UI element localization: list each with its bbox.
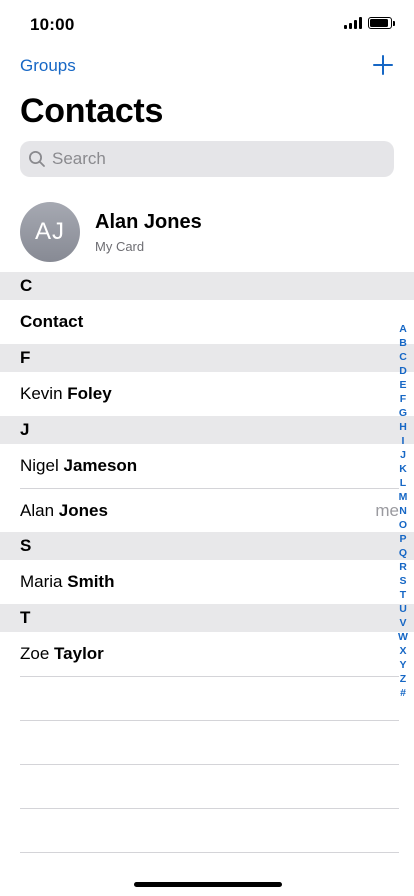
contact-last-name: Smith	[67, 572, 115, 591]
contact-last-name: Jameson	[63, 456, 138, 475]
empty-row	[20, 720, 399, 764]
search-icon	[29, 151, 45, 167]
empty-row	[20, 764, 399, 808]
contact-row[interactable]: Maria Smith	[20, 560, 399, 604]
index-letter[interactable]: A	[399, 322, 407, 336]
contact-first-name: Maria	[20, 572, 63, 591]
index-letter[interactable]: H	[399, 420, 407, 434]
contact-row[interactable]: Kevin Foley	[20, 372, 399, 416]
section-header: T	[0, 604, 414, 632]
contact-last-name: Foley	[67, 384, 112, 403]
index-letter[interactable]: O	[399, 518, 407, 532]
contact-row[interactable]: Nigel Jameson	[20, 444, 399, 488]
index-letter[interactable]: L	[400, 476, 406, 490]
alphabet-index[interactable]: A B C D E F G H I J K L M N O P Q R S T U V W X Y Z #	[396, 322, 410, 700]
index-letter[interactable]: D	[399, 364, 407, 378]
contact-list: C Contact F Kevin Foley J Nigel Jameson …	[0, 272, 414, 896]
empty-row	[20, 808, 399, 852]
index-letter[interactable]: Y	[399, 658, 406, 672]
index-letter[interactable]: #	[400, 686, 406, 700]
my-card[interactable]: AJ Alan Jones My Card	[20, 201, 394, 263]
contact-first-name: Kevin	[20, 384, 63, 403]
index-letter[interactable]: F	[400, 392, 406, 406]
contact-first-name: Alan	[20, 501, 55, 520]
index-letter[interactable]: R	[399, 560, 407, 574]
index-letter[interactable]: B	[399, 336, 407, 350]
index-letter[interactable]: S	[399, 574, 406, 588]
index-letter[interactable]: V	[399, 616, 406, 630]
index-letter[interactable]: M	[399, 490, 408, 504]
index-letter[interactable]: K	[399, 462, 407, 476]
index-letter[interactable]: N	[399, 504, 407, 518]
index-letter[interactable]: Q	[399, 546, 407, 560]
index-letter[interactable]: P	[399, 532, 406, 546]
groups-button[interactable]: Groups	[20, 56, 76, 76]
index-letter[interactable]: C	[399, 350, 407, 364]
index-letter[interactable]: G	[399, 406, 407, 420]
page-title: Contacts	[20, 92, 164, 130]
search-bar[interactable]	[20, 141, 394, 177]
home-indicator	[134, 882, 282, 887]
add-contact-button[interactable]	[372, 54, 394, 78]
my-card-name: Alan Jones	[95, 210, 202, 233]
contact-first-name: Nigel	[20, 456, 59, 475]
index-letter[interactable]: J	[400, 448, 406, 462]
index-letter[interactable]: Z	[400, 672, 406, 686]
index-letter[interactable]: I	[402, 434, 405, 448]
contact-row[interactable]: Contact	[20, 300, 399, 344]
empty-row	[20, 852, 399, 896]
status-time: 10:00	[30, 15, 75, 34]
section-header: F	[0, 344, 414, 372]
avatar: AJ	[20, 202, 80, 262]
index-letter[interactable]: X	[399, 644, 406, 658]
contact-row[interactable]: Zoe Taylor	[20, 632, 399, 676]
my-card-text: Alan Jones My Card	[95, 211, 202, 254]
index-letter[interactable]: W	[398, 630, 408, 644]
status-bar: 10:00	[0, 0, 414, 48]
empty-row	[20, 676, 399, 720]
status-icons	[344, 17, 395, 29]
contact-first-name: Zoe	[20, 644, 50, 663]
cellular-signal-icon	[344, 17, 362, 29]
contact-last-name: Taylor	[54, 644, 104, 663]
index-letter[interactable]: T	[400, 588, 406, 602]
section-header: J	[0, 416, 414, 444]
contact-last-name: Jones	[58, 501, 108, 520]
contact-row[interactable]: Alan Jones me	[20, 488, 399, 532]
section-header: S	[0, 532, 414, 560]
search-input[interactable]	[52, 149, 372, 169]
battery-fill	[370, 19, 388, 27]
contact-last-name: Contact	[20, 312, 84, 331]
section-header: C	[0, 272, 414, 300]
battery-icon	[368, 17, 395, 29]
plus-icon	[373, 55, 393, 75]
my-card-label: My Card	[95, 238, 145, 254]
index-letter[interactable]: E	[399, 378, 406, 392]
index-letter[interactable]: U	[399, 602, 407, 616]
